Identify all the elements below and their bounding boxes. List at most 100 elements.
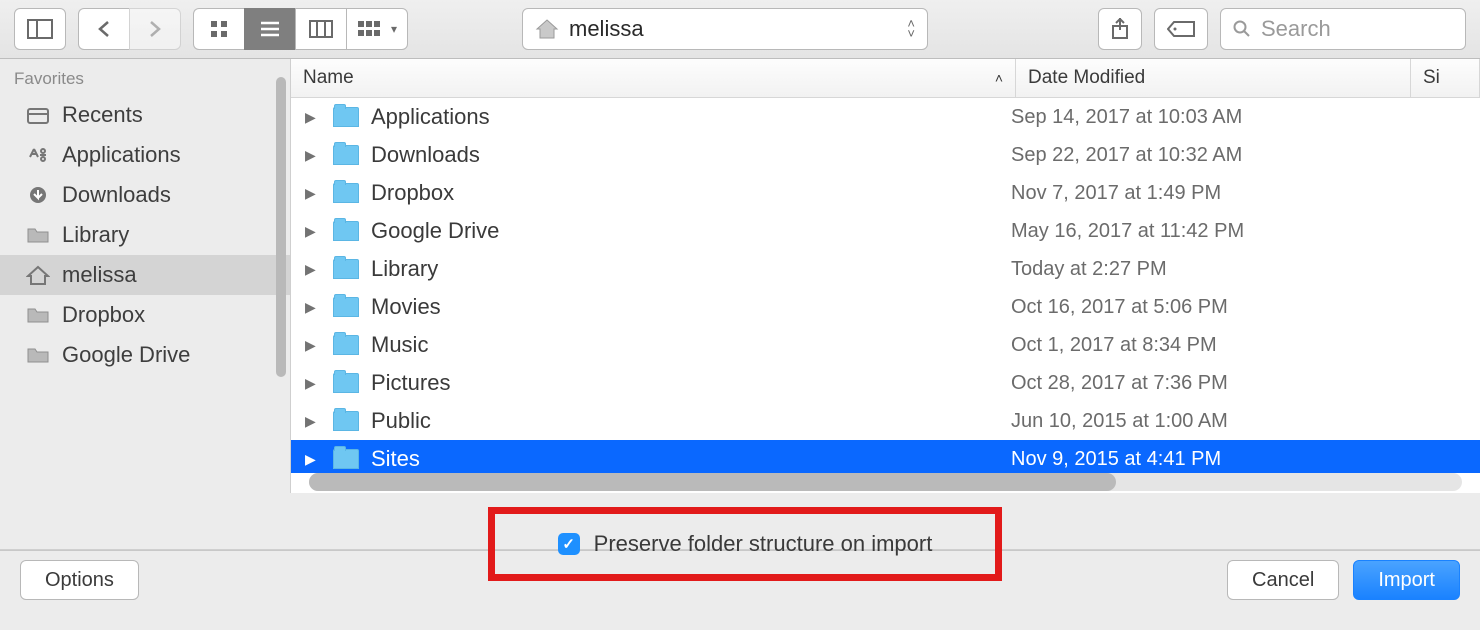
file-name: Pictures — [371, 370, 1011, 396]
sidebar-item-label: Recents — [62, 102, 143, 128]
sidebar-item-library[interactable]: Library — [0, 215, 290, 255]
file-date: Nov 7, 2017 at 1:49 PM — [1011, 182, 1381, 205]
table-row[interactable]: ▶ SitesNov 9, 2015 at 4:41 PM — [291, 440, 1480, 473]
folder-icon — [333, 107, 359, 127]
folder-icon — [333, 449, 359, 469]
grid-icon — [209, 19, 229, 39]
toolbar: ▾ melissa ˄˅ Search — [0, 0, 1480, 59]
scrollbar-thumb[interactable] — [309, 473, 1116, 491]
back-button[interactable] — [78, 8, 129, 50]
file-date: Nov 9, 2015 at 4:41 PM — [1011, 448, 1381, 471]
apps-icon — [26, 145, 50, 165]
view-list-button[interactable] — [244, 8, 295, 50]
home-icon — [535, 18, 559, 40]
cancel-button[interactable]: Cancel — [1227, 560, 1339, 600]
disclosure-triangle-icon[interactable]: ▶ — [305, 375, 333, 392]
chevron-right-icon — [148, 20, 162, 38]
disclosure-triangle-icon[interactable]: ▶ — [305, 299, 333, 316]
table-row[interactable]: ▶ MoviesOct 16, 2017 at 5:06 PM — [291, 288, 1480, 326]
folder-icon — [26, 225, 50, 245]
disclosure-triangle-icon[interactable]: ▶ — [305, 185, 333, 202]
view-segment: ▾ — [193, 8, 408, 50]
sidebar-item-label: Library — [62, 222, 129, 248]
disclosure-triangle-icon[interactable]: ▶ — [305, 413, 333, 430]
folder-icon — [333, 297, 359, 317]
sidebar: Favorites RecentsApplicationsDownloadsLi… — [0, 59, 291, 493]
file-date: Sep 14, 2017 at 10:03 AM — [1011, 106, 1381, 129]
column-header: Name˄ Date Modified Si — [291, 59, 1480, 98]
file-date: Oct 16, 2017 at 5:06 PM — [1011, 296, 1381, 319]
table-row[interactable]: ▶DownloadsSep 22, 2017 at 10:32 AM — [291, 136, 1480, 174]
file-date: Jun 10, 2015 at 1:00 AM — [1011, 410, 1381, 433]
preserve-structure-option[interactable]: ✓ Preserve folder structure on import — [488, 507, 1002, 581]
sidebar-item-dropbox[interactable]: Dropbox — [0, 295, 290, 335]
sidebar-item-melissa[interactable]: melissa — [0, 255, 290, 295]
file-date: Today at 2:27 PM — [1011, 258, 1381, 281]
sidebar-item-label: Dropbox — [62, 302, 145, 328]
sidebar-icon — [27, 19, 53, 39]
file-name: Sites — [371, 446, 1011, 472]
forward-button[interactable] — [129, 8, 181, 50]
options-button[interactable]: Options — [20, 560, 139, 600]
list-icon — [259, 20, 281, 38]
share-button[interactable] — [1098, 8, 1142, 50]
file-name: Applications — [371, 104, 1011, 130]
file-name: Dropbox — [371, 180, 1011, 206]
sidebar-item-label: melissa — [62, 262, 137, 288]
sidebar-item-google-drive[interactable]: Google Drive — [0, 335, 290, 375]
folder-icon — [333, 221, 359, 241]
column-size[interactable]: Si — [1411, 59, 1480, 97]
sort-asc-icon: ˄ — [995, 70, 1003, 86]
downloads-icon — [26, 185, 50, 205]
horizontal-scrollbar[interactable] — [309, 473, 1462, 491]
table-row[interactable]: ▶PublicJun 10, 2015 at 1:00 AM — [291, 402, 1480, 440]
sidebar-toggle-button[interactable] — [14, 8, 66, 50]
path-dropdown[interactable]: melissa ˄˅ — [522, 8, 928, 50]
column-date-modified[interactable]: Date Modified — [1016, 59, 1411, 97]
table-row[interactable]: ▶MusicOct 1, 2017 at 8:34 PM — [291, 326, 1480, 364]
updown-icon: ˄˅ — [907, 19, 915, 39]
search-field[interactable]: Search — [1220, 8, 1466, 50]
folder-icon — [333, 335, 359, 355]
table-row[interactable]: ▶Google DriveMay 16, 2017 at 11:42 PM — [291, 212, 1480, 250]
file-name: Downloads — [371, 142, 1011, 168]
sidebar-scrollbar[interactable] — [276, 77, 286, 377]
view-icons-button[interactable] — [193, 8, 244, 50]
chevron-left-icon — [97, 20, 111, 38]
column-name[interactable]: Name˄ — [291, 59, 1016, 97]
gallery-icon — [357, 20, 387, 38]
tag-button[interactable] — [1154, 8, 1208, 50]
disclosure-triangle-icon[interactable]: ▶ — [305, 147, 333, 164]
sidebar-item-applications[interactable]: Applications — [0, 135, 290, 175]
folder-icon — [26, 305, 50, 325]
disclosure-triangle-icon[interactable]: ▶ — [305, 223, 333, 240]
folder-icon — [333, 145, 359, 165]
disclosure-triangle-icon[interactable]: ▶ — [305, 337, 333, 354]
disclosure-triangle-icon[interactable]: ▶ — [305, 261, 333, 278]
file-list[interactable]: ▶ ApplicationsSep 14, 2017 at 10:03 AM ▶ Do… — [291, 98, 1480, 473]
import-button[interactable]: Import — [1353, 560, 1460, 600]
table-row[interactable]: ▶LibraryToday at 2:27 PM — [291, 250, 1480, 288]
table-row[interactable]: ▶ PicturesOct 28, 2017 at 7:36 PM — [291, 364, 1480, 402]
nav-segment — [78, 8, 181, 50]
disclosure-triangle-icon[interactable]: ▶ — [305, 109, 333, 126]
table-row[interactable]: ▶ DropboxNov 7, 2017 at 1:49 PM — [291, 174, 1480, 212]
view-gallery-button[interactable]: ▾ — [346, 8, 408, 50]
folder-icon — [333, 183, 359, 203]
disclosure-triangle-icon[interactable]: ▶ — [305, 451, 333, 468]
recents-icon — [26, 105, 50, 125]
folder-icon — [333, 373, 359, 393]
file-name: Movies — [371, 294, 1011, 320]
tag-icon — [1167, 20, 1195, 38]
checkbox-checked-icon[interactable]: ✓ — [558, 533, 580, 555]
sidebar-item-label: Google Drive — [62, 342, 190, 368]
view-columns-button[interactable] — [295, 8, 346, 50]
file-name: Music — [371, 332, 1011, 358]
file-name: Google Drive — [371, 218, 1011, 244]
share-icon — [1111, 18, 1129, 40]
table-row[interactable]: ▶ ApplicationsSep 14, 2017 at 10:03 AM — [291, 98, 1480, 136]
sidebar-item-downloads[interactable]: Downloads — [0, 175, 290, 215]
file-date: Oct 28, 2017 at 7:36 PM — [1011, 372, 1381, 395]
home-icon — [26, 265, 50, 285]
sidebar-item-recents[interactable]: Recents — [0, 95, 290, 135]
